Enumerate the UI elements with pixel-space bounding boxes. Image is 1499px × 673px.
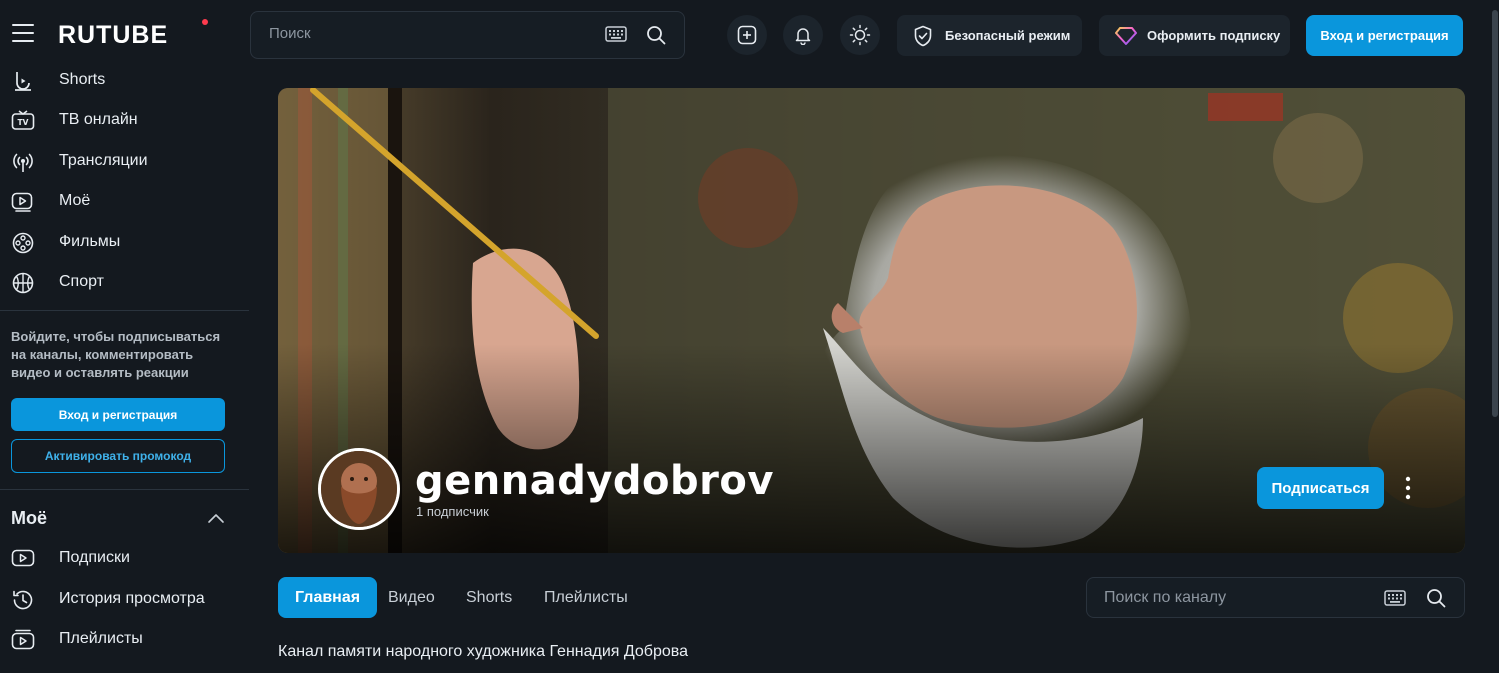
broadcast-icon	[13, 153, 33, 172]
chevron-up-icon[interactable]	[207, 512, 225, 524]
playlist-icon	[11, 629, 35, 650]
sidebar-item-label: ТВ онлайн	[59, 111, 138, 128]
avatar-image	[321, 451, 397, 527]
search-input[interactable]	[269, 25, 589, 42]
keyboard-icon[interactable]	[605, 26, 627, 42]
tab-video[interactable]: Видео	[371, 577, 452, 618]
search-bar	[250, 11, 685, 59]
more-options-icon[interactable]	[1396, 474, 1420, 502]
page-scrollbar[interactable]	[1492, 10, 1498, 417]
subscriber-count: 1 подписчик	[416, 504, 489, 519]
play-icon	[11, 192, 33, 212]
sidebar-item-label: Фильмы	[59, 233, 121, 250]
channel-search-input[interactable]	[1104, 589, 1364, 607]
search-icon[interactable]	[1426, 588, 1446, 608]
sidebar-divider	[0, 489, 249, 490]
sidebar-item-label: Спорт	[59, 273, 104, 290]
sidebar-item-subscriptions[interactable]: Подписки	[0, 538, 249, 578]
tab-shorts[interactable]: Shorts	[449, 577, 529, 618]
safe-mode-button[interactable]: Безопасный режим	[897, 15, 1082, 56]
login-note: Войдите, чтобы подписываться на каналы, …	[11, 329, 221, 380]
keyboard-icon[interactable]	[1384, 590, 1406, 606]
shorts-icon	[15, 72, 31, 91]
history-icon	[13, 590, 33, 610]
sidebar-item-history[interactable]: История просмотра	[0, 579, 249, 619]
theme-toggle-button[interactable]	[840, 15, 880, 55]
sidebar-item-label: Трансляции	[59, 152, 148, 169]
moe-section-heading: Моё	[11, 508, 47, 528]
sidebar-item-label: Моё	[59, 192, 91, 209]
ball-icon	[12, 272, 34, 294]
channel-avatar[interactable]	[318, 448, 400, 530]
shield-check-icon	[914, 25, 932, 46]
tv-icon: TV	[11, 110, 35, 130]
sidebar-item-label: Подписки	[59, 549, 130, 566]
sidebar-item-sport[interactable]: Спорт	[0, 262, 249, 302]
film-reel-icon	[12, 232, 34, 254]
logo-dot	[202, 19, 208, 25]
promo-code-button[interactable]: Активировать промокод	[11, 439, 225, 473]
sidebar: Shorts TV ТВ онлайн Трансляции Моё Фильм…	[0, 60, 249, 673]
channel-description: Канал памяти народного художника Геннади…	[278, 643, 688, 660]
subscribe-button[interactable]: Подписаться	[1257, 467, 1384, 509]
sidebar-item-playlists[interactable]: Плейлисты	[0, 619, 249, 659]
tab-home[interactable]: Главная	[278, 577, 378, 618]
tab-playlists[interactable]: Плейлисты	[527, 577, 645, 618]
subscriptions-icon	[11, 549, 35, 567]
subscription-label: Оформить подписку	[1147, 28, 1281, 43]
channel-name: gennadydobrov	[415, 458, 774, 504]
rutube-logo[interactable]: RUTUBE	[58, 21, 168, 50]
sidebar-divider	[0, 310, 249, 311]
sidebar-item-shorts[interactable]: Shorts	[0, 60, 249, 100]
safe-mode-label: Безопасный режим	[945, 28, 1071, 43]
sidebar-item-tv[interactable]: TV ТВ онлайн	[0, 100, 249, 140]
sidebar-item-films[interactable]: Фильмы	[0, 222, 249, 262]
svg-text:TV: TV	[18, 118, 29, 127]
upload-button[interactable]	[727, 15, 767, 55]
subscription-button[interactable]: Оформить подписку	[1099, 15, 1290, 56]
login-button[interactable]: Вход и регистрация	[1306, 15, 1463, 56]
notifications-button[interactable]	[783, 15, 823, 55]
sidebar-item-label: Shorts	[59, 71, 106, 88]
add-video-icon	[737, 25, 757, 45]
sidebar-item-moe[interactable]: Моё	[0, 181, 249, 221]
sidebar-login-button[interactable]: Вход и регистрация	[11, 398, 225, 431]
diamond-icon	[1115, 26, 1137, 45]
sidebar-item-label: История просмотра	[59, 590, 205, 607]
menu-icon[interactable]	[12, 24, 34, 44]
bell-icon	[795, 28, 811, 45]
sun-icon	[849, 24, 871, 46]
search-icon[interactable]	[646, 25, 666, 45]
sidebar-item-broadcasts[interactable]: Трансляции	[0, 141, 249, 181]
sidebar-item-label: Плейлисты	[59, 630, 143, 647]
channel-search-bar	[1086, 577, 1465, 618]
